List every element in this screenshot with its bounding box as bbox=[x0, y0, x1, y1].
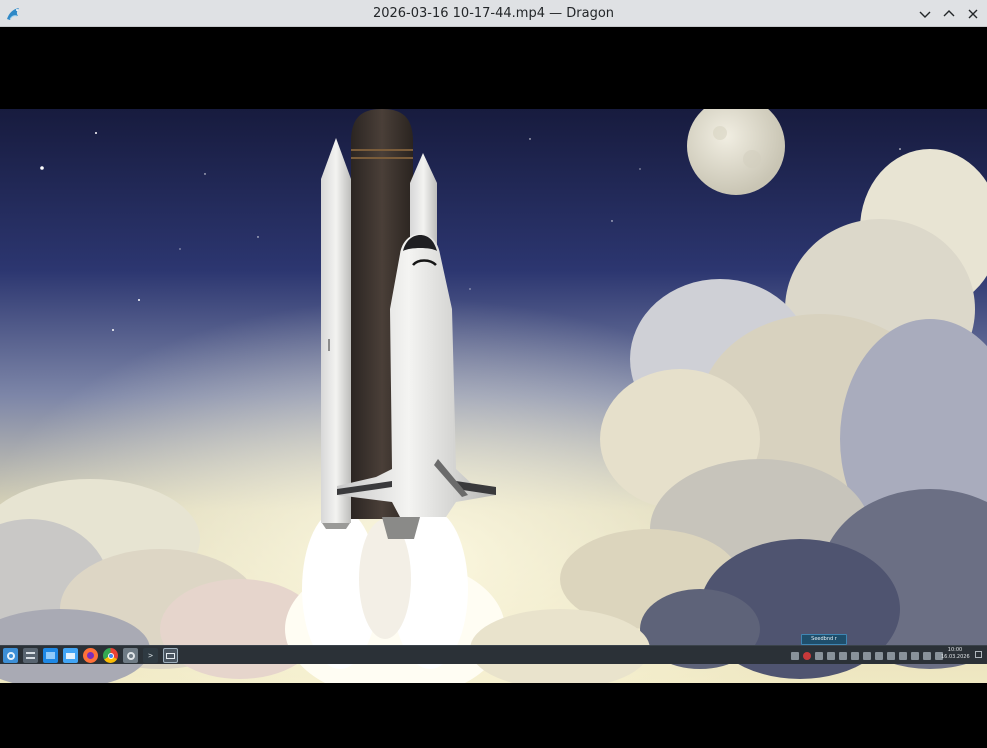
chevron-up-icon bbox=[943, 9, 955, 16]
tray-tooltip: Seedbnd r bbox=[801, 634, 847, 645]
plasma-launcher-icon bbox=[6, 651, 15, 660]
screen-record-icon bbox=[166, 652, 175, 659]
close-button[interactable] bbox=[963, 3, 983, 24]
terminal-icon: > bbox=[148, 650, 153, 660]
windows-overview-icon bbox=[26, 652, 35, 659]
close-icon bbox=[968, 9, 978, 18]
system-tray bbox=[791, 649, 943, 662]
video-viewport[interactable]: > 10:00 16.03.2026 Seedbnd r bbox=[0, 28, 987, 748]
seedbnd-tray-icon[interactable] bbox=[815, 651, 823, 660]
bluetooth-icon[interactable] bbox=[875, 651, 883, 660]
settings-button[interactable] bbox=[123, 648, 138, 663]
recording-indicator-icon[interactable] bbox=[803, 651, 811, 660]
notifications-icon[interactable] bbox=[791, 651, 799, 660]
firefox-button[interactable] bbox=[83, 648, 98, 663]
mail-icon[interactable] bbox=[851, 651, 859, 660]
minimize-button[interactable] bbox=[915, 3, 935, 24]
chrome-icon bbox=[107, 652, 114, 659]
volume-icon[interactable] bbox=[923, 651, 931, 660]
terminal-button[interactable]: > bbox=[143, 648, 158, 663]
video-frame[interactable]: > 10:00 16.03.2026 Seedbnd r bbox=[0, 109, 987, 683]
folder-icon bbox=[46, 652, 55, 659]
battery-icon[interactable] bbox=[887, 651, 895, 660]
taskbar-launchers: > bbox=[3, 648, 178, 663]
window-title: 2026-03-16 10-17-44.mp4 — Dragon bbox=[372, 6, 615, 21]
clock-date: 16.03.2026 bbox=[941, 654, 970, 660]
brightness-icon[interactable] bbox=[899, 651, 907, 660]
clock-time: 10:00 bbox=[947, 647, 963, 653]
display-icon[interactable] bbox=[863, 651, 871, 660]
maximize-button[interactable] bbox=[939, 3, 959, 24]
title-bar[interactable]: 2026-03-16 10-17-44.mp4 — Dragon bbox=[0, 0, 987, 27]
chevron-down-icon bbox=[919, 11, 931, 18]
clipboard-icon[interactable] bbox=[827, 651, 835, 660]
folder-open-icon bbox=[66, 652, 75, 659]
dragon-player-window: 2026-03-16 10-17-44.mp4 — Dragon > 10:00… bbox=[0, 0, 987, 748]
files-button[interactable] bbox=[63, 648, 78, 663]
taskbar: > 10:00 16.03.2026 bbox=[0, 645, 987, 664]
system-settings-icon bbox=[126, 651, 135, 660]
taskbar-clock[interactable]: 10:00 16.03.2026 bbox=[941, 647, 970, 663]
app-launcher-button[interactable] bbox=[3, 648, 18, 663]
shuttle-launch-artwork bbox=[0, 109, 987, 683]
wifi-icon[interactable] bbox=[911, 651, 919, 660]
window-controls bbox=[915, 3, 983, 24]
dolphin-button[interactable] bbox=[43, 648, 58, 663]
show-desktop-button[interactable] bbox=[975, 651, 982, 658]
chrome-button[interactable] bbox=[103, 648, 118, 663]
network-icon[interactable] bbox=[839, 651, 847, 660]
screen-recorder-button[interactable] bbox=[163, 648, 178, 663]
task-switcher-button[interactable] bbox=[23, 648, 38, 663]
firefox-icon bbox=[87, 652, 94, 659]
